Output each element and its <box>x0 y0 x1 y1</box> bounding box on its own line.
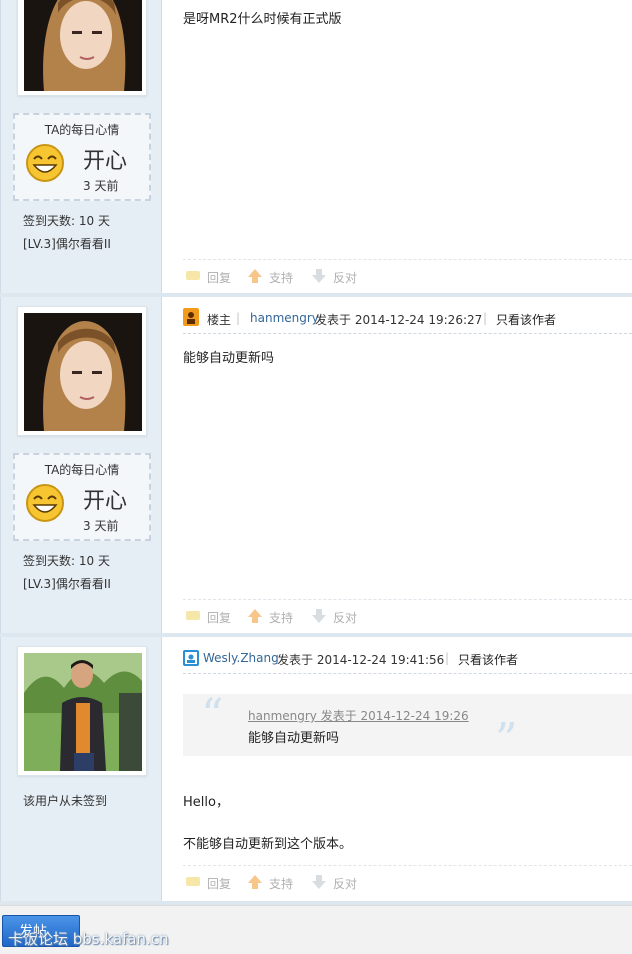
post-body-line: Hello， <box>183 795 229 810</box>
post-header: Wesly.Zhang 发表于 2014-12-24 19:41:56 | 只看… <box>183 645 632 674</box>
post-header: 楼主 | hanmengry 发表于 2014-12-24 19:26:27 |… <box>183 305 632 334</box>
reply-icon[interactable] <box>185 874 201 890</box>
reply-button[interactable]: 回复 <box>207 875 231 892</box>
support-button[interactable]: 支持 <box>269 609 293 626</box>
smiley-icon <box>25 143 65 183</box>
post-2-sidebar: TA的每日心情 开心 3 天前 签到天数: 10 天 [LV.3]偶尔看看II <box>0 297 162 633</box>
post-actions: 回复 支持 反对 <box>183 259 632 292</box>
quote-header-link[interactable]: hanmengry 发表于 2014-12-24 19:26 <box>248 707 469 724</box>
post-actions: 回复 支持 反对 <box>183 599 632 632</box>
separator: | <box>445 651 450 665</box>
bottom-bar: 发帖 卡饭论坛 bbs.kafan.cn <box>0 905 632 954</box>
avatar-image <box>24 313 142 431</box>
mood-box: TA的每日心情 开心 3 天前 <box>13 113 151 201</box>
thumbs-up-icon[interactable] <box>247 608 263 624</box>
support-button[interactable]: 支持 <box>269 269 293 286</box>
oppose-button[interactable]: 反对 <box>333 875 357 892</box>
mood-word: 开心 <box>83 149 128 174</box>
close-quote-icon: ” <box>495 714 518 765</box>
post-3-sidebar: 该用户从未签到 <box>0 637 162 901</box>
post-1: TA的每日心情 开心 3 天前 签到天数: 10 天 [LV.3]偶尔看看II … <box>0 0 632 297</box>
user-badge-icon <box>183 650 199 669</box>
thumbs-down-icon[interactable] <box>311 874 327 890</box>
only-author-link[interactable]: 只看该作者 <box>496 311 556 328</box>
mood-title: TA的每日心情 <box>44 123 120 137</box>
watermark: 卡饭论坛 bbs.kafan.cn <box>8 930 169 948</box>
separator: | <box>236 311 241 325</box>
author-link[interactable]: hanmengry <box>250 311 319 325</box>
avatar[interactable] <box>17 306 147 436</box>
owner-badge-icon <box>183 308 199 329</box>
reply-icon[interactable] <box>185 608 201 624</box>
mood-box: TA的每日心情 开心 3 天前 <box>13 453 151 541</box>
user-level: [LV.3]偶尔看看II <box>23 577 111 591</box>
reply-button[interactable]: 回复 <box>207 609 231 626</box>
avatar-image <box>24 0 142 91</box>
quote-text: 能够自动更新吗 <box>248 731 340 746</box>
post-body-line: 能够自动更新吗 <box>183 351 275 366</box>
mood-time: 3 天前 <box>83 179 119 193</box>
oppose-button[interactable]: 反对 <box>333 609 357 626</box>
thumbs-up-icon[interactable] <box>247 268 263 284</box>
post-time: 发表于 2014-12-24 19:41:56 <box>277 653 445 667</box>
smiley-icon <box>25 483 65 523</box>
post-actions: 回复 支持 反对 <box>183 865 632 898</box>
thumbs-down-icon[interactable] <box>311 268 327 284</box>
thumbs-up-icon[interactable] <box>247 874 263 890</box>
mood-time: 3 天前 <box>83 519 119 533</box>
post-3: 该用户从未签到 Wesly.Zhang 发表于 2014-12-24 19:41… <box>0 637 632 905</box>
post-1-sidebar: TA的每日心情 开心 3 天前 签到天数: 10 天 [LV.3]偶尔看看II <box>0 0 162 293</box>
quote-block: “ hanmengry 发表于 2014-12-24 19:26 能够自动更新吗… <box>183 690 632 765</box>
never-signed-note: 该用户从未签到 <box>23 794 108 808</box>
open-quote-icon: “ <box>201 690 224 741</box>
oppose-button[interactable]: 反对 <box>333 269 357 286</box>
user-level: [LV.3]偶尔看看II <box>23 237 111 251</box>
post-time: 发表于 2014-12-24 19:26:27 <box>315 313 483 327</box>
sign-days: 签到天数: 10 天 <box>23 214 110 228</box>
post-body-line: 是呀MR2什么时候有正式版 <box>183 12 342 27</box>
reply-icon[interactable] <box>185 268 201 284</box>
thumbs-down-icon[interactable] <box>311 608 327 624</box>
author-link[interactable]: Wesly.Zhang <box>203 651 279 665</box>
sign-days: 签到天数: 10 天 <box>23 554 110 568</box>
reply-button[interactable]: 回复 <box>207 269 231 286</box>
avatar[interactable] <box>17 0 147 96</box>
avatar[interactable] <box>17 646 147 776</box>
mood-title: TA的每日心情 <box>44 463 120 477</box>
separator: | <box>483 311 488 325</box>
only-author-link[interactable]: 只看该作者 <box>458 651 518 668</box>
support-button[interactable]: 支持 <box>269 875 293 892</box>
avatar-image <box>24 653 142 771</box>
post-body-line: 不能够自动更新到这个版本。 <box>183 837 353 852</box>
post-2: TA的每日心情 开心 3 天前 签到天数: 10 天 [LV.3]偶尔看看II … <box>0 297 632 637</box>
mood-word: 开心 <box>83 489 128 514</box>
owner-label: 楼主 <box>207 313 232 327</box>
